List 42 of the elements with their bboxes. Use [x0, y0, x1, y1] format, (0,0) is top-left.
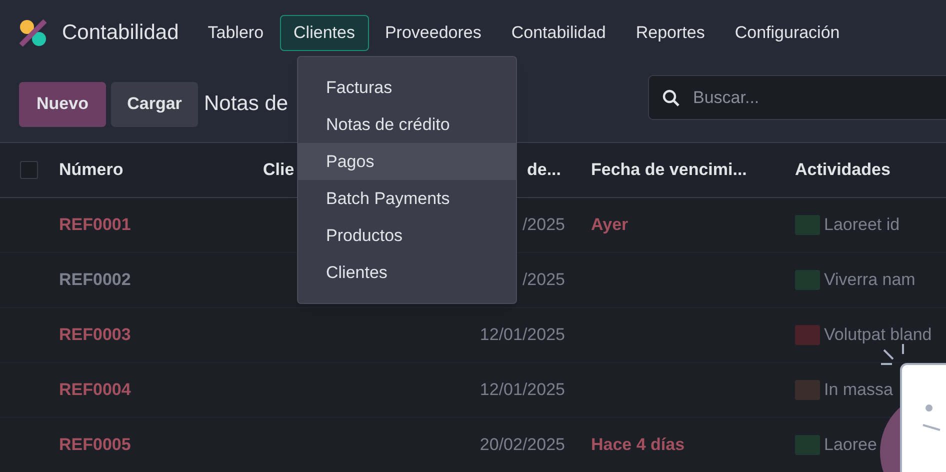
table-cell: REF0003: [59, 325, 131, 344]
column-header[interactable]: Actividades: [795, 160, 890, 179]
activity-summary: Laoreet id: [824, 214, 900, 236]
activity-summary: In massa: [824, 379, 893, 402]
column-header[interactable]: Número: [59, 160, 124, 179]
table-cell: REF0004: [59, 380, 131, 399]
nav-menu-item[interactable]: Configuración: [720, 15, 854, 51]
activity-summary: Viverra nam: [824, 269, 916, 292]
column-header[interactable]: de...: [526, 157, 561, 183]
upload-button[interactable]: Cargar: [111, 82, 198, 126]
table-cell: Ayer: [591, 215, 628, 234]
activity-summary: Laoree: [824, 434, 877, 456]
dropdown-menu-item[interactable]: Clientes: [298, 254, 516, 291]
dropdown-menu-item[interactable]: Pagos: [298, 143, 516, 180]
table-cell-text: 20/02/2025: [480, 434, 565, 456]
table-cell: Hace 4 días: [591, 435, 685, 454]
search-icon: [662, 89, 680, 107]
nav-menu-item[interactable]: Reportes: [622, 15, 719, 51]
table-cell-text: /2025: [522, 269, 565, 292]
table-cell-text: /2025: [522, 214, 565, 236]
activity-summary: Volutpat bland: [824, 324, 932, 346]
new-button[interactable]: Nuevo: [19, 82, 106, 126]
table-cell: REF0005: [59, 435, 131, 454]
column-header[interactable]: Clie: [263, 160, 294, 179]
nav-menu-item[interactable]: Tablero: [194, 15, 278, 51]
column-header[interactable]: Fecha de vencimi...: [591, 160, 747, 179]
app-logo-icon: [18, 18, 48, 48]
nav-menu-item[interactable]: Clientes: [280, 15, 369, 51]
table-cell-text: 12/01/2025: [480, 324, 565, 346]
table-cell: REF0002: [59, 270, 131, 289]
nav-menu-item[interactable]: Contabilidad: [497, 15, 620, 51]
select-all-checkbox[interactable]: [20, 161, 38, 179]
dropdown-menu-item[interactable]: Productos: [298, 217, 516, 254]
breadcrumb-title: Notas de: [204, 91, 288, 118]
dropdown-menu-item[interactable]: Notas de crédito: [298, 106, 516, 143]
dropdown-menu-item[interactable]: Batch Payments: [298, 180, 516, 217]
table-cell-text: 12/01/2025: [480, 379, 565, 402]
dropdown-menu-item[interactable]: Facturas: [298, 69, 516, 106]
search-field[interactable]: Buscar...: [648, 75, 946, 120]
nav-menu-item[interactable]: Proveedores: [370, 15, 496, 51]
table-cell: REF0001: [59, 215, 131, 234]
app-name: Contabilidad: [62, 20, 179, 46]
